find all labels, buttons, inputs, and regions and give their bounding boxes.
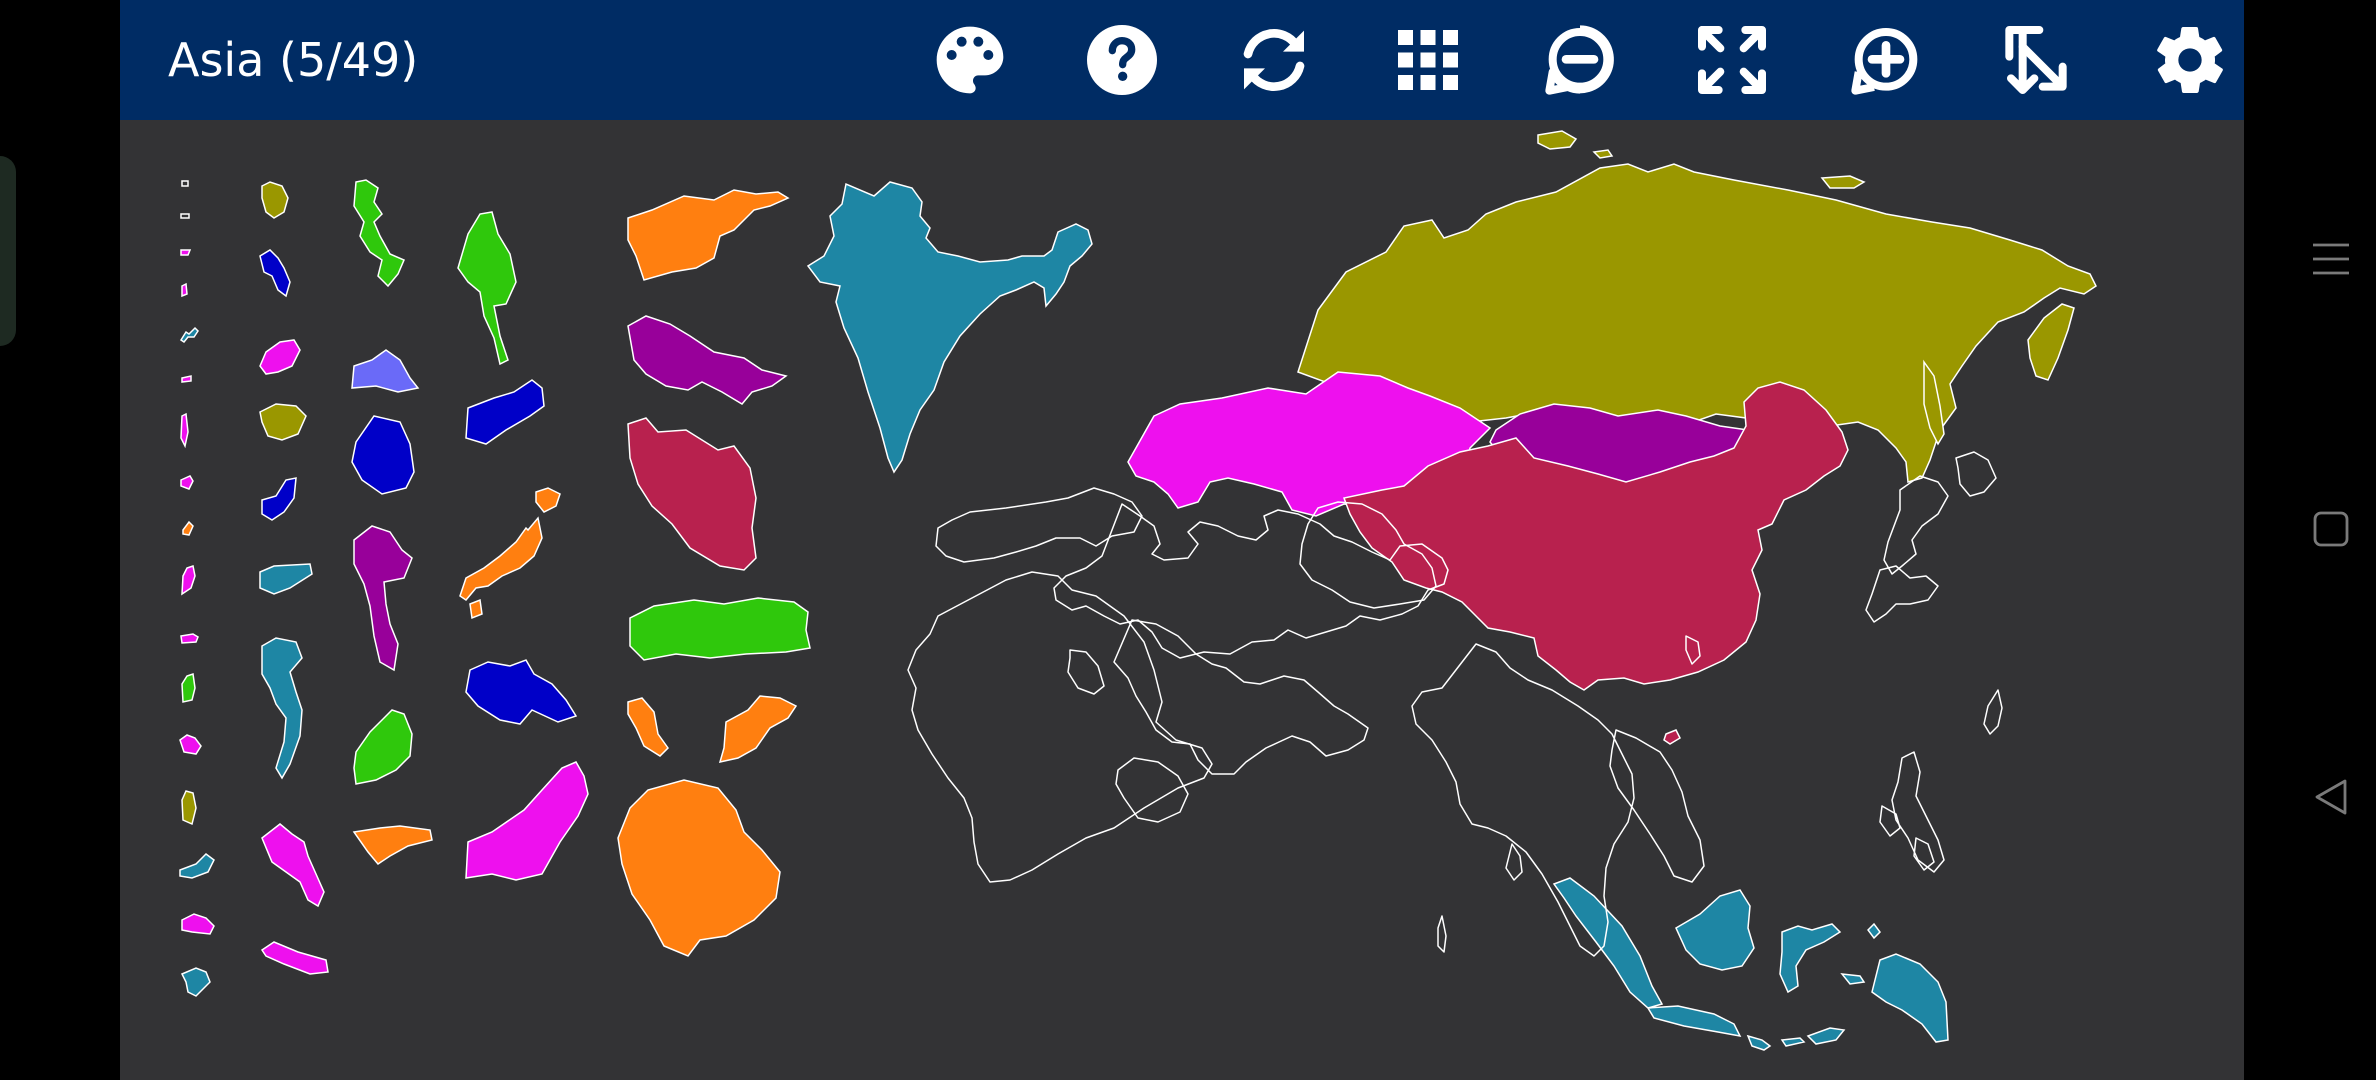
nav-home-button[interactable] — [2286, 484, 2376, 574]
piece[interactable] — [181, 790, 197, 826]
piece[interactable] — [465, 379, 545, 445]
piece[interactable] — [179, 853, 215, 879]
gear-icon — [2157, 26, 2223, 94]
piece[interactable] — [180, 412, 189, 449]
piece[interactable] — [260, 941, 329, 975]
piece[interactable] — [181, 673, 196, 703]
puzzle-app: Asia (5/49) — [120, 0, 2244, 1080]
piece[interactable] — [261, 477, 297, 521]
piece[interactable] — [180, 213, 190, 219]
nav-back-button[interactable] — [2286, 752, 2376, 842]
piece[interactable] — [259, 563, 313, 595]
palette-button[interactable] — [924, 14, 1016, 106]
settings-button[interactable] — [2144, 14, 2236, 106]
piece[interactable] — [617, 779, 781, 957]
piece[interactable] — [180, 967, 211, 997]
piece[interactable] — [353, 179, 405, 288]
edge-handle[interactable] — [0, 156, 16, 346]
piece[interactable] — [261, 181, 289, 219]
piece[interactable] — [179, 734, 202, 755]
page-title: Asia (5/49) — [168, 33, 419, 87]
top-bar: Asia (5/49) — [120, 0, 2244, 120]
piece[interactable] — [718, 695, 798, 764]
piece-tray — [179, 179, 811, 997]
refresh-icon — [1243, 29, 1305, 91]
palette-icon — [936, 26, 1004, 94]
piece[interactable] — [459, 487, 561, 620]
piece[interactable] — [261, 823, 325, 908]
help-button[interactable] — [1076, 14, 1168, 106]
auto-place-button[interactable] — [1990, 14, 2082, 106]
piece[interactable] — [627, 315, 788, 405]
restart-button[interactable] — [1228, 14, 1320, 106]
piece[interactable] — [465, 659, 578, 725]
placed-piece — [806, 181, 1093, 474]
fit-screen-button[interactable] — [1686, 14, 1778, 106]
piece[interactable] — [259, 339, 301, 375]
grid-icon — [1398, 30, 1458, 90]
zoom-out-icon — [1545, 25, 1614, 95]
piece[interactable] — [181, 375, 192, 383]
piece[interactable] — [351, 349, 420, 393]
piece[interactable] — [353, 709, 413, 785]
piece[interactable] — [457, 211, 517, 366]
piece[interactable] — [353, 525, 413, 672]
piece[interactable] — [181, 180, 189, 187]
piece[interactable] — [627, 189, 790, 281]
piece[interactable] — [627, 417, 757, 571]
zoom-out-button[interactable] — [1534, 14, 1626, 106]
piece[interactable] — [180, 475, 194, 490]
grid-button[interactable] — [1382, 14, 1474, 106]
piece[interactable] — [181, 913, 215, 935]
zoom-in-icon — [1851, 28, 1918, 95]
piece[interactable] — [182, 520, 194, 536]
nav-menu-button[interactable] — [2286, 214, 2376, 304]
back-icon — [2315, 779, 2347, 815]
piece[interactable] — [181, 565, 196, 596]
piece[interactable] — [629, 597, 811, 661]
piece[interactable] — [465, 761, 589, 881]
piece[interactable] — [179, 326, 199, 344]
piece[interactable] — [181, 282, 188, 298]
piece[interactable] — [351, 415, 415, 495]
zoom-in-button[interactable] — [1840, 14, 1932, 106]
fit-screen-icon — [1698, 26, 1766, 94]
question-icon — [1087, 25, 1157, 95]
piece[interactable] — [259, 249, 291, 298]
piece[interactable] — [180, 633, 199, 644]
asia-map — [806, 130, 2097, 1051]
piece[interactable] — [261, 637, 303, 780]
piece[interactable] — [627, 697, 669, 757]
home-icon — [2313, 511, 2349, 547]
puzzle-board[interactable] — [120, 120, 2244, 1080]
piece[interactable] — [180, 249, 192, 256]
auto-place-icon — [2005, 26, 2067, 94]
piece[interactable] — [259, 403, 307, 441]
piece[interactable] — [352, 825, 433, 865]
placed-piece — [1552, 877, 1949, 1051]
menu-icon — [2313, 243, 2349, 275]
